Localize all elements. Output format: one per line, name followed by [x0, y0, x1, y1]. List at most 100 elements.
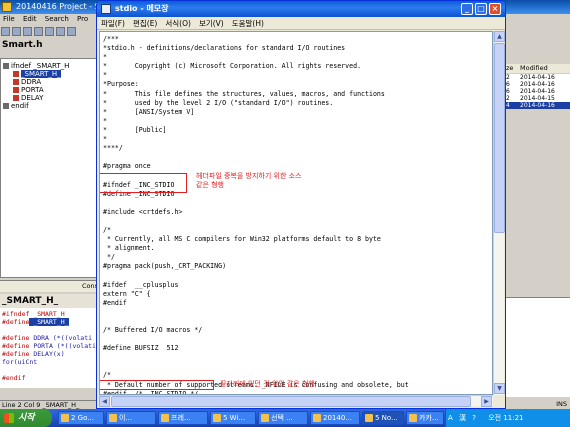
- new-file-icon[interactable]: [1, 27, 10, 36]
- endif-highlight-box: [100, 380, 214, 390]
- taskbar-item[interactable]: 5 Wi...: [210, 411, 256, 425]
- notepad-menubar: 파일(F) 편집(E) 서식(O) 보기(V) 도움말(H): [97, 17, 505, 30]
- text-editor[interactable]: /*** *stdio.h - definitions/declarations …: [99, 31, 493, 395]
- clock[interactable]: 오전 11:21: [488, 409, 523, 427]
- taskbar-item[interactable]: 선택 ...: [258, 411, 308, 425]
- taskbar-item[interactable]: 2 Go...: [58, 411, 104, 425]
- symbol-window-title: Smart.h: [2, 40, 43, 50]
- vertical-scrollbar[interactable]: ▲ ▼: [493, 31, 505, 395]
- menu-help[interactable]: 도움말(H): [228, 17, 268, 30]
- code-line: #pragma pack(push,_CRT_PACKING): [103, 262, 227, 271]
- file-list-header: ze Modified: [506, 64, 570, 73]
- size-column-header[interactable]: ze: [506, 64, 520, 73]
- context-line: #define PORTA (*((volati: [2, 342, 96, 350]
- scroll-left-arrow-icon[interactable]: ◀: [99, 396, 110, 407]
- paste-icon[interactable]: [56, 27, 65, 36]
- menu-file[interactable]: 파일(F): [97, 17, 129, 30]
- code-line: #pragma once: [103, 162, 151, 171]
- symbol-item[interactable]: ifndef _SMART_H: [3, 62, 69, 70]
- horizontal-scroll-thumb[interactable]: [111, 396, 471, 407]
- vertical-scroll-thumb[interactable]: [494, 43, 505, 233]
- code-line: #define BUFSIZ 512: [103, 344, 179, 353]
- file-row[interactable]: 4 2014-04-16: [506, 102, 570, 109]
- file-row[interactable]: 2 2014-04-16: [506, 74, 570, 81]
- folder-icon: [61, 414, 69, 422]
- symbol-item[interactable]: PORTA: [13, 86, 44, 94]
- open-icon[interactable]: [12, 27, 21, 36]
- scroll-right-arrow-icon[interactable]: ▶: [481, 396, 492, 407]
- taskbar-item[interactable]: 프레...: [158, 411, 208, 425]
- notepad-icon[interactable]: [101, 4, 111, 14]
- ide-statusbar: Line 2 Col 9 _SMART_H_: [0, 400, 100, 409]
- taskbar-item[interactable]: 20140...: [310, 411, 360, 425]
- ide-menu-file[interactable]: File: [3, 15, 15, 23]
- image-icon: [313, 414, 321, 422]
- maximize-button[interactable]: □: [475, 3, 487, 15]
- code-line: *: [103, 71, 107, 80]
- context-tabbar: Const: [0, 280, 101, 292]
- code-line: *: [103, 135, 107, 144]
- endif-note: 끝자리에 있던 것 위와 같은 형행: [220, 380, 315, 388]
- symbol-list: ifndef _SMART_H _SMART_H_ DDRA PORTA DEL…: [0, 58, 100, 278]
- ide-menu-search[interactable]: Search: [45, 15, 69, 23]
- menu-view[interactable]: 보기(V): [195, 17, 228, 30]
- ide-toolbar: [0, 25, 100, 38]
- notepad-titlebar[interactable]: stdio - 메모장 _ □ ×: [97, 1, 505, 17]
- relation-panel: [506, 297, 570, 397]
- taskbar-item[interactable]: 이...: [106, 411, 156, 425]
- taskbar-item[interactable]: 카카...: [406, 411, 444, 425]
- windows-logo-icon: [4, 413, 14, 423]
- scroll-up-arrow-icon[interactable]: ▲: [494, 31, 505, 42]
- minimize-button[interactable]: _: [461, 3, 473, 15]
- modified-column-header[interactable]: Modified: [520, 64, 548, 73]
- code-line: /* Buffered I/O macros */: [103, 326, 203, 334]
- symbol-item[interactable]: DELAY: [13, 94, 43, 102]
- code-line: * This file defines the structures, valu…: [103, 89, 385, 98]
- ide-menubar: File Edit Search Pro: [0, 14, 100, 25]
- taskbar: 시작 2 Go... 이... 프레... 5 Wi... 선택 ... 201…: [0, 409, 570, 427]
- help-indicator[interactable]: ?: [472, 409, 476, 427]
- code-line: */: [103, 253, 115, 262]
- save-icon[interactable]: [23, 27, 32, 36]
- code-line: /***: [103, 35, 119, 43]
- app-icon: [2, 2, 12, 12]
- context-line: #define _SMART_H_: [2, 318, 69, 326]
- header-guard-note: 헤더파일 중복을 방지하기 위한 소스 같은 형행: [196, 172, 302, 189]
- code-line: *: [103, 53, 107, 62]
- undo-icon[interactable]: [67, 27, 76, 36]
- copy-icon[interactable]: [45, 27, 54, 36]
- menu-format[interactable]: 서식(O): [161, 17, 195, 30]
- code-line: * alignment.: [103, 244, 155, 253]
- notepad-icon: [365, 414, 373, 422]
- window-icon: [213, 414, 221, 422]
- ide-menu-edit[interactable]: Edit: [23, 15, 37, 23]
- taskbar-item-notepad[interactable]: 5 No...: [362, 411, 404, 425]
- symbol-item[interactable]: _SMART_H_: [13, 70, 61, 78]
- code-line: *stdio.h - definitions/declarations for …: [103, 44, 346, 53]
- file-row[interactable]: 6 2014-04-16: [506, 88, 570, 95]
- define-icon: [13, 79, 19, 85]
- close-button[interactable]: ×: [489, 3, 501, 15]
- menu-edit[interactable]: 편집(E): [129, 17, 161, 30]
- code-line: #endif: [103, 298, 127, 307]
- scroll-down-arrow-icon[interactable]: ▼: [494, 383, 505, 394]
- code-text: /*** *stdio.h - definitions/declarations …: [103, 35, 492, 394]
- input-mode-indicator[interactable]: A: [448, 409, 453, 427]
- code-line: * Copyright (c) Microsoft Corporation. A…: [103, 62, 362, 71]
- file-row[interactable]: 6 2014-04-16: [506, 81, 570, 88]
- file-row[interactable]: 2 2014-04-15: [506, 95, 570, 102]
- cut-icon[interactable]: [34, 27, 43, 36]
- start-button[interactable]: 시작: [0, 409, 52, 427]
- context-line: #endif: [2, 374, 26, 382]
- horizontal-scrollbar[interactable]: ◀ ▶: [99, 395, 493, 407]
- notepad-window: stdio - 메모장 _ □ × 파일(F) 편집(E) 서식(O) 보기(V) 도움…: [96, 0, 506, 409]
- symbol-item[interactable]: DDRA: [13, 78, 41, 86]
- hanja-indicator[interactable]: 漢: [459, 409, 466, 427]
- context-window-title: _SMART_H_: [0, 294, 100, 308]
- symbol-item[interactable]: endif: [3, 102, 29, 110]
- ide-menu-project[interactable]: Pro: [77, 15, 88, 23]
